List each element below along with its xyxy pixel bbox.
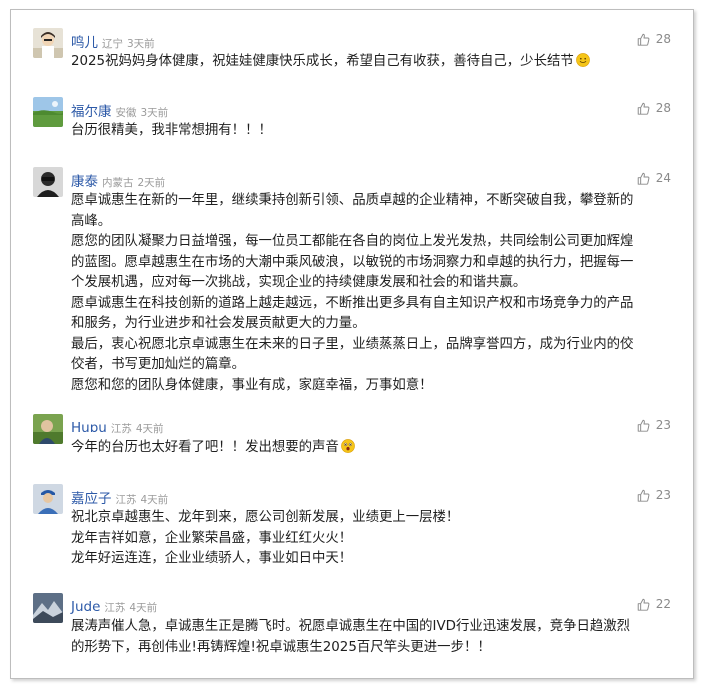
like-button[interactable]: 28 (637, 31, 671, 47)
comment-meta: 康泰 内蒙古 2天前 (71, 170, 166, 190)
comment-author[interactable]: 嘉应子 (71, 491, 112, 507)
like-count: 28 (655, 32, 671, 46)
comment-author[interactable]: 福尔康 (71, 104, 112, 120)
like-button[interactable]: 22 (637, 596, 671, 612)
thumbs-up-icon (637, 33, 650, 46)
comment-text: 展涛声催人急，卓诚惠生正是腾飞时。祝愿卓诚惠生在中国的IVD行业迅速发展，竞争日… (71, 619, 631, 655)
comment-text: 愿卓诚惠生在新的一年里，继续秉持创新引领、品质卓越的企业精神，不断突破自我，攀登… (71, 193, 634, 393)
avatar[interactable] (33, 97, 63, 127)
comment-location: 辽宁 (102, 38, 123, 50)
comment-time: 4天前 (135, 423, 164, 435)
comment-location: 江苏 (110, 423, 132, 435)
comment-location: 安徽 (115, 107, 137, 119)
comment-time: 3天前 (140, 107, 169, 119)
comment-text: 祝北京卓越惠生、龙年到来，愿公司创新发展，业绩更上一层楼！ 龙年吉祥如意，企业繁… (71, 510, 460, 566)
comment-meta: 鸣儿 辽宁 3天前 (71, 31, 155, 51)
surprised-face-emoji (340, 439, 355, 453)
like-button[interactable]: 28 (637, 100, 671, 116)
like-count: 28 (655, 101, 671, 115)
comment-meta: 嘉应子 江苏 4天前 (71, 487, 169, 507)
comment-location: 江苏 (104, 602, 126, 614)
avatar[interactable] (33, 593, 63, 623)
comment-time: 4天前 (140, 494, 169, 506)
comment-list: 鸣儿 辽宁 3天前 28 2025祝妈妈身体健康，祝娃娃健康快乐成长，希望自己有收获… (10, 9, 694, 679)
comment-location: 江苏 (115, 494, 137, 506)
comment-time: 4天前 (129, 602, 158, 614)
comment-author[interactable]: 鸣儿 (71, 35, 98, 51)
comment-text: 2025祝妈妈身体健康，祝娃娃健康快乐成长，希望自己有收获，善待自己，少长结节 (71, 52, 671, 73)
avatar[interactable] (33, 414, 63, 444)
like-button[interactable]: 23 (637, 487, 671, 503)
thumbs-up-icon (637, 172, 650, 185)
comment-location: 内蒙古 (102, 177, 134, 189)
comment-author[interactable]: Jude (71, 599, 100, 615)
like-button[interactable]: 23 (637, 417, 671, 433)
like-count: 24 (655, 171, 671, 185)
comment-time: 2天前 (137, 177, 166, 189)
comment-meta: Huɒu 江苏 4天前 (71, 417, 164, 436)
comment-meta: 福尔康 安徽 3天前 (71, 100, 169, 120)
like-button[interactable]: 24 (637, 170, 671, 186)
avatar[interactable] (33, 484, 63, 514)
thumbs-up-icon (637, 419, 650, 432)
comment-text: 今年的台历也太好看了吧！！发出想要的声音 (71, 438, 671, 459)
like-count: 22 (655, 597, 671, 611)
like-count: 23 (655, 488, 671, 502)
comment-time: 3天前 (127, 38, 155, 50)
like-count: 23 (655, 418, 671, 432)
comment-meta: Jude 江苏 4天前 (71, 596, 158, 615)
avatar[interactable] (33, 167, 63, 197)
comment-author[interactable]: 康泰 (71, 174, 98, 190)
thumbs-up-icon (637, 489, 650, 502)
avatar[interactable] (33, 28, 63, 58)
comment-author[interactable]: Huɒu (71, 420, 107, 436)
thumbs-up-icon (637, 102, 650, 115)
comment-text: 台历很精美，我非常想拥有！！！ (71, 123, 272, 138)
thumbs-up-icon (637, 598, 650, 611)
smiling-face-emoji (575, 53, 590, 67)
